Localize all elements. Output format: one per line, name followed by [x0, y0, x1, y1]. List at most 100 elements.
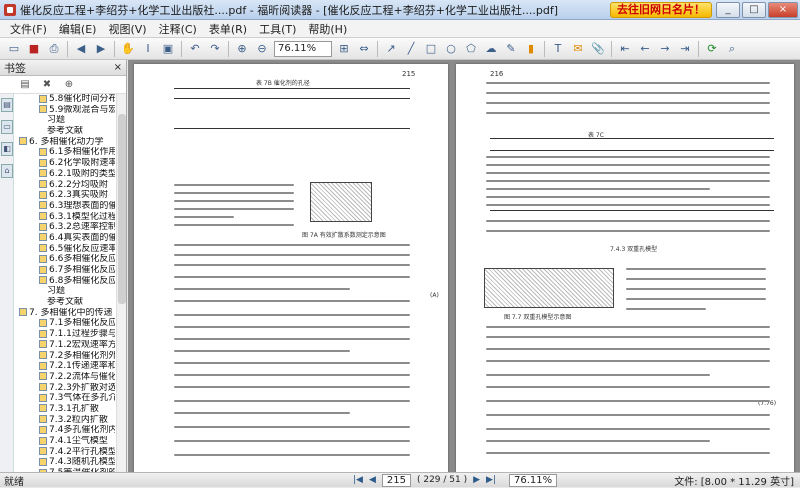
bookmark-item[interactable]: 6.2.2分均吸附	[15, 180, 115, 191]
menu-tools[interactable]: 工具(T)	[253, 21, 302, 37]
bookmark-item[interactable]: 6.2化学吸附速率	[15, 158, 115, 169]
bookmark-item[interactable]: 6.4真实表面的催化	[15, 233, 115, 244]
bookmark-item[interactable]: 7.2多相催化剂外	[15, 351, 115, 362]
bookmark-label: 习题	[47, 286, 66, 297]
expand-bookmark-icon[interactable]: ▤	[18, 79, 32, 91]
page-thumbnail-tab-icon[interactable]: ▭	[1, 120, 13, 134]
delete-bookmark-icon[interactable]: ✖	[40, 79, 54, 91]
prev-page-icon[interactable]: ◀	[369, 475, 376, 485]
bookmark-item[interactable]: 7.4.2平行孔模型	[15, 447, 115, 458]
status-zoom[interactable]: 76.11%	[509, 473, 558, 487]
menu-form[interactable]: 表单(R)	[203, 21, 253, 37]
open-icon[interactable]: ▭	[6, 41, 22, 57]
scroll-thumb[interactable]	[118, 114, 126, 304]
page-first-icon[interactable]: ⇤	[617, 41, 633, 57]
zoom-in-icon[interactable]: ⊕	[234, 41, 250, 57]
menu-help[interactable]: 帮助(H)	[302, 21, 353, 37]
bookmark-scrollbar[interactable]	[116, 94, 126, 472]
bookmark-item[interactable]: 5.8催化时间分布与	[15, 94, 115, 105]
bookmark-tab-icon[interactable]: ▤	[1, 98, 13, 112]
bookmark-item[interactable]: 6.5催化反应速率方	[15, 244, 115, 255]
bookmark-item[interactable]: 5.9微观混合与宏观	[15, 105, 115, 116]
bookmark-item[interactable]: 参考文献	[15, 126, 115, 137]
polygon-tool-icon[interactable]: ⬠	[463, 41, 479, 57]
bookmark-item[interactable]: 7.4.1尘气模型	[15, 436, 115, 447]
close-button[interactable]: ×	[768, 1, 798, 18]
add-bookmark-icon[interactable]: ⊕	[62, 79, 76, 91]
bookmark-item[interactable]: 6.3.2总速率控制	[15, 222, 115, 233]
page-next-icon[interactable]: →	[657, 41, 673, 57]
menu-view[interactable]: 视图(V)	[102, 21, 152, 37]
bookmark-item[interactable]: 7.1.2宏观速率方程	[15, 340, 115, 351]
bookmark-item[interactable]: 7.2.2流体与催化剂	[15, 372, 115, 383]
attach-icon[interactable]: 📎	[590, 41, 606, 57]
bookmark-item[interactable]: 7.3气体在多孔介质	[15, 393, 115, 404]
select-text-icon[interactable]: I	[140, 41, 156, 57]
fit-page-icon[interactable]: ⊞	[336, 41, 352, 57]
bookmark-item[interactable]: 6.8多相催化反应动	[15, 276, 115, 287]
zoom-select[interactable]: 76.11%	[274, 40, 332, 57]
bookmark-item[interactable]: 7. 多相催化中的传递	[15, 308, 115, 319]
rotate-icon[interactable]: ⟳	[704, 41, 720, 57]
bookmark-item[interactable]: 6.6多相催化反应动	[15, 254, 115, 265]
next-page-icon[interactable]: ▶	[473, 475, 480, 485]
redo-icon[interactable]: ↷	[207, 41, 223, 57]
bookmark-item[interactable]: 6.1多相催化作用的	[15, 147, 115, 158]
line-tool-icon[interactable]: ╱	[403, 41, 419, 57]
print-icon[interactable]: ⎙	[46, 41, 62, 57]
layer-tab-icon[interactable]: ◧	[1, 142, 13, 156]
bookmark-item[interactable]: 6.2.1吸附的类型	[15, 169, 115, 180]
back-icon[interactable]: ◀	[73, 41, 89, 57]
rectangle-tool-icon[interactable]: □	[423, 41, 439, 57]
snapshot-icon[interactable]: ▣	[160, 41, 176, 57]
highlight-tool-icon[interactable]: ▮	[523, 41, 539, 57]
page-input[interactable]: 215	[381, 473, 411, 487]
bookmark-item[interactable]: 6. 多相催化动力学	[15, 137, 115, 148]
text-line	[174, 224, 294, 226]
minimize-button[interactable]: _	[716, 1, 740, 18]
bookmark-icon	[39, 383, 47, 392]
bookmark-item[interactable]: 7.2.3外扩散对选	[15, 383, 115, 394]
close-panel-icon[interactable]: ×	[114, 62, 122, 73]
document-view[interactable]: 215 表 7B 催化剂的孔径 图 7A 有效扩散系数测定示意图 (A) 216…	[128, 60, 800, 472]
bookmark-label: 7.2.1传递速率和	[49, 361, 115, 372]
bookmark-item[interactable]: 7.1多相催化反应过	[15, 318, 115, 329]
bookmark-item[interactable]: 参考文献	[15, 297, 115, 308]
bookmark-item[interactable]: 6.3理想表面的催化	[15, 201, 115, 212]
note-icon[interactable]: ✉	[570, 41, 586, 57]
bookmark-item[interactable]: 习题	[15, 286, 115, 297]
ellipse-tool-icon[interactable]: ○	[443, 41, 459, 57]
last-page-icon[interactable]: ▶|	[486, 475, 496, 485]
bookmark-item[interactable]: 6.2.3真实吸附	[15, 190, 115, 201]
typewriter-icon[interactable]: T	[550, 41, 566, 57]
search-icon[interactable]: ⌕	[724, 41, 740, 57]
bookmark-item[interactable]: 习题	[15, 115, 115, 126]
first-page-icon[interactable]: |◀	[353, 475, 363, 485]
bookmark-item[interactable]: 7.1.1过程步骤与速	[15, 329, 115, 340]
bookmark-item[interactable]: 6.3.1模型化过程	[15, 212, 115, 223]
menu-file[interactable]: 文件(F)	[4, 21, 53, 37]
text-line	[174, 254, 410, 256]
pdf-icon[interactable]: ■	[26, 41, 42, 57]
page-prev-icon[interactable]: ←	[637, 41, 653, 57]
cloud-tool-icon[interactable]: ☁	[483, 41, 499, 57]
bookmark-item[interactable]: 6.7多相催化反应动	[15, 265, 115, 276]
maximize-button[interactable]: □	[742, 1, 766, 18]
zoom-out-icon[interactable]: ⊖	[254, 41, 270, 57]
bookmark-item[interactable]: 7.3.2粒内扩散	[15, 415, 115, 426]
fit-width-icon[interactable]: ⇔	[356, 41, 372, 57]
ad-banner[interactable]: 去往旧网日名片！	[610, 1, 712, 18]
bookmark-item[interactable]: 7.2.1传递速率和	[15, 361, 115, 372]
pencil-tool-icon[interactable]: ✎	[503, 41, 519, 57]
arrow-tool-icon[interactable]: ↗	[383, 41, 399, 57]
undo-icon[interactable]: ↶	[187, 41, 203, 57]
bookmark-item[interactable]: 7.4多孔催化剂内的	[15, 425, 115, 436]
bookmark-item[interactable]: 7.3.1孔扩散	[15, 404, 115, 415]
menu-edit[interactable]: 编辑(E)	[53, 21, 103, 37]
menu-comment[interactable]: 注释(C)	[153, 21, 203, 37]
bookmark-item[interactable]: 7.4.3随机孔模型	[15, 457, 115, 468]
page-last-icon[interactable]: ⇥	[677, 41, 693, 57]
attachment-tab-icon[interactable]: ⌂	[1, 164, 13, 178]
forward-icon[interactable]: ▶	[93, 41, 109, 57]
hand-tool-icon[interactable]: ✋	[120, 41, 136, 57]
